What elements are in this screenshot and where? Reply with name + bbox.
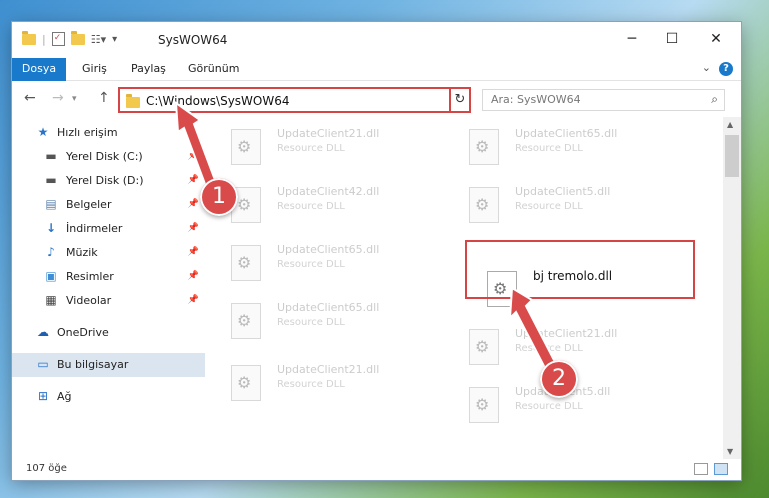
arrow-2 bbox=[508, 286, 558, 372]
step-badge-2: 2 bbox=[540, 360, 578, 398]
step-badge-1: 1 bbox=[200, 178, 238, 216]
annotation-arrows bbox=[174, 100, 558, 372]
